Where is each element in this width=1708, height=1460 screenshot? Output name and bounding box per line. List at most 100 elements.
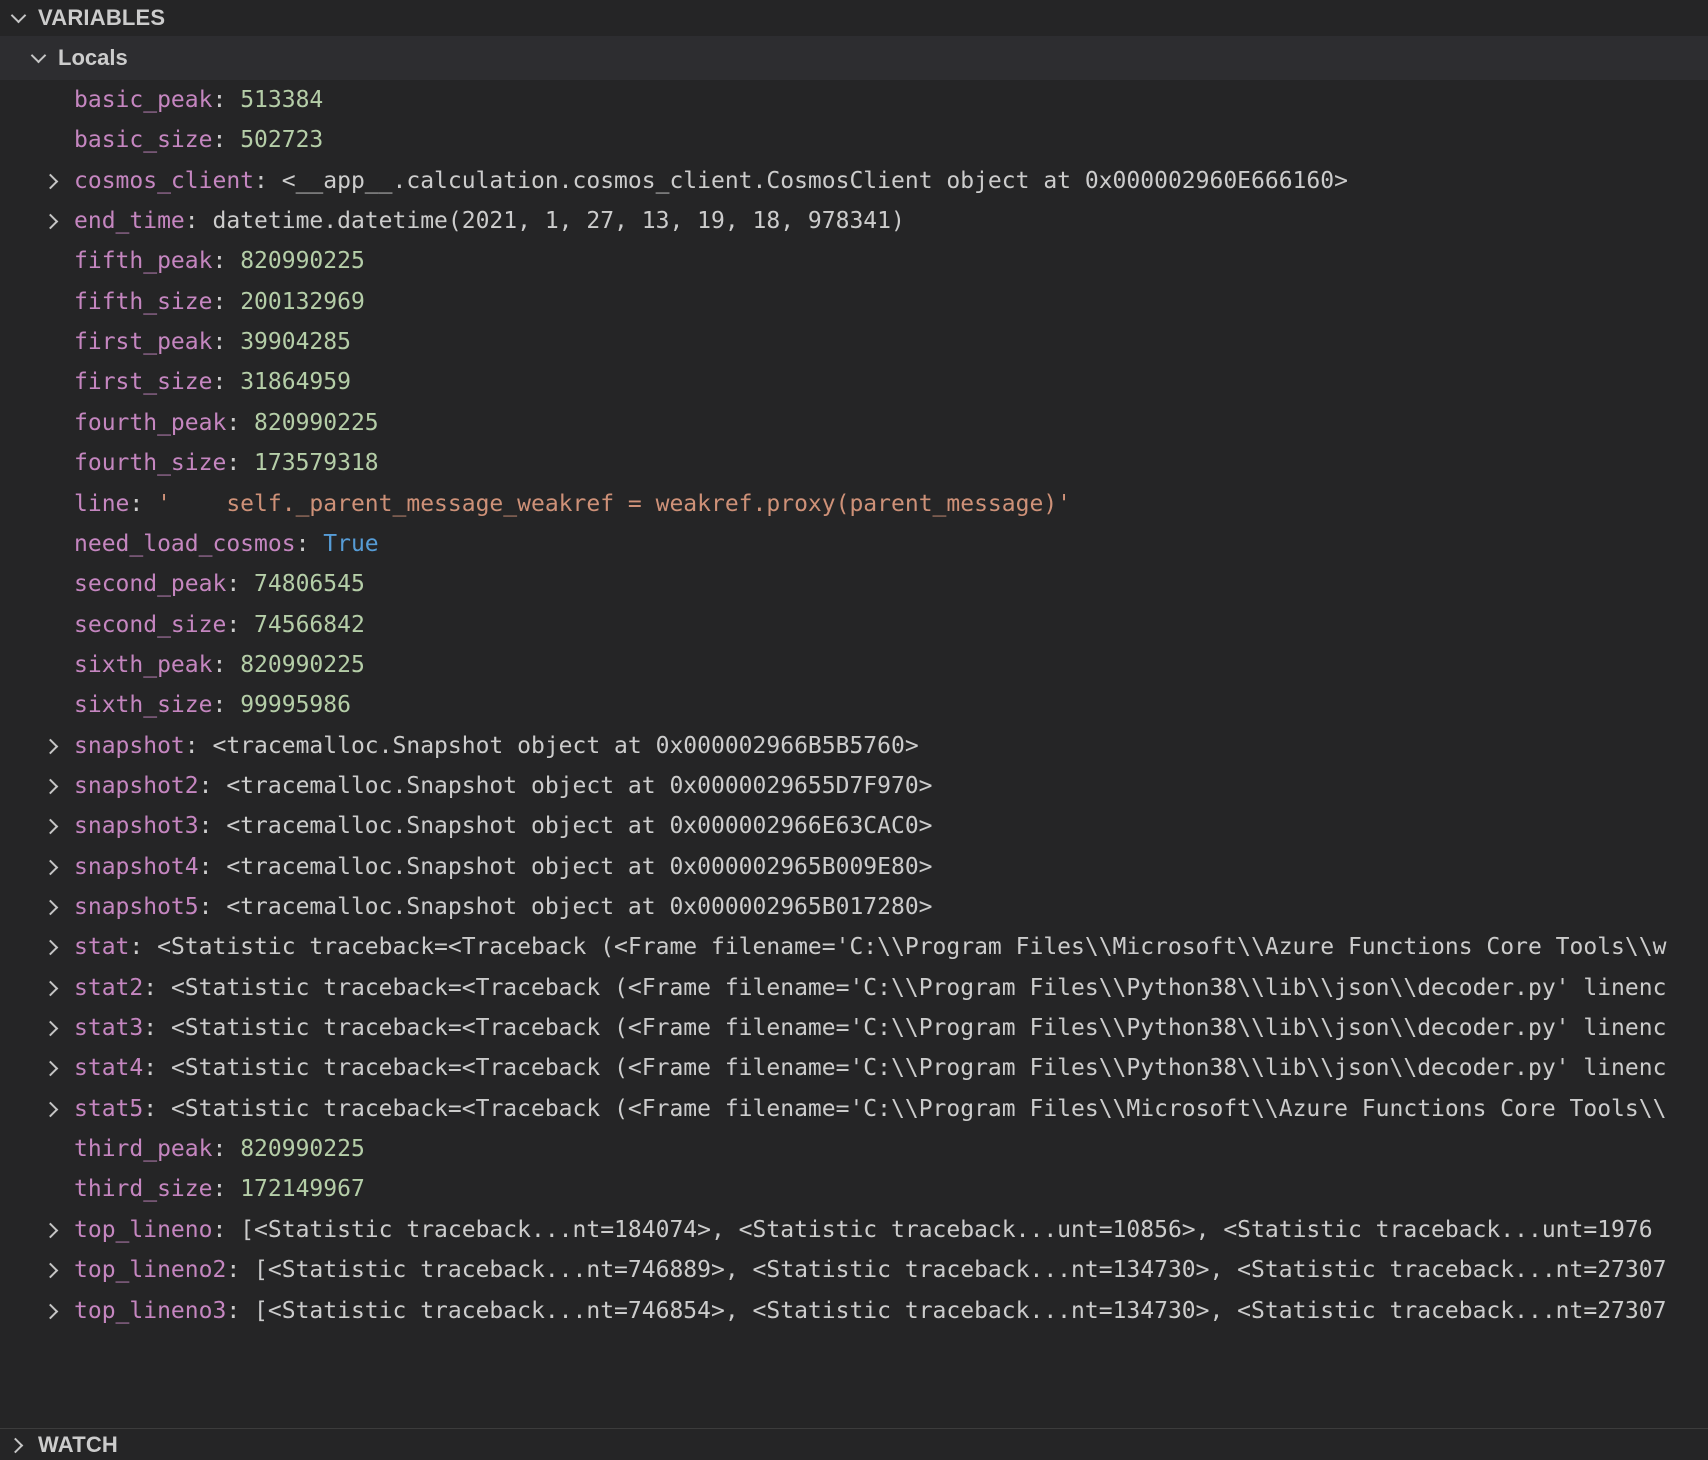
variable-text: fourth_size: 173579318 [74,441,379,485]
variable-row-sixth-peak[interactable]: sixth_peak: 820990225 [0,643,1708,687]
variable-separator: : [212,652,241,678]
variable-name: basic_size [74,127,213,153]
variable-name: snapshot5 [74,894,199,920]
variable-value: 39904285 [240,329,351,355]
variable-separator: : [226,1257,255,1283]
variable-row-snapshot[interactable]: snapshot: <tracemalloc.Snapshot object a… [0,724,1708,768]
variable-value: <Statistic traceback=<Traceback (<Frame … [170,1015,1667,1041]
variable-row-first-size[interactable]: first_size: 31864959 [0,360,1708,404]
variable-value: 820990225 [240,652,365,678]
variable-row-need-load-cosmos[interactable]: need_load_cosmos: True [0,522,1708,566]
chevron-right-icon[interactable] [44,857,64,877]
chevron-right-icon[interactable] [8,1435,28,1455]
variables-section-title: VARIABLES [38,5,166,30]
variable-row-top-lineno2[interactable]: top_lineno2: [<Statistic traceback...nt=… [0,1248,1708,1292]
variable-row-second-peak[interactable]: second_peak: 74806545 [0,562,1708,606]
variable-text: snapshot2: <tracemalloc.Snapshot object … [74,764,933,808]
variable-name: sixth_size [74,692,213,718]
variable-name: first_peak [74,329,213,355]
variable-separator: : [212,369,241,395]
chevron-right-icon[interactable] [44,1301,64,1321]
variable-name: top_lineno2 [74,1257,227,1283]
variable-name: first_size [74,369,213,395]
variable-text: first_peak: 39904285 [74,320,351,364]
variable-name: snapshot2 [74,773,199,799]
variable-name: second_peak [74,571,227,597]
variable-row-snapshot4[interactable]: snapshot4: <tracemalloc.Snapshot object … [0,845,1708,889]
variable-name: end_time [74,208,185,234]
variable-row-top-lineno3[interactable]: top_lineno3: [<Statistic traceback...nt=… [0,1289,1708,1333]
variable-text: sixth_peak: 820990225 [74,643,365,687]
variable-name: basic_peak [74,87,213,113]
variable-row-second-size[interactable]: second_size: 74566842 [0,603,1708,647]
variable-separator: : [212,127,241,153]
variable-row-fifth-size[interactable]: fifth_size: 200132969 [0,280,1708,324]
chevron-right-icon[interactable] [44,211,64,231]
variable-row-third-size[interactable]: third_size: 172149967 [0,1167,1708,1211]
chevron-right-icon[interactable] [44,978,64,998]
variable-name: fourth_size [74,450,227,476]
chevron-right-icon[interactable] [44,1099,64,1119]
variable-value: [<Statistic traceback...nt=184074>, <Sta… [240,1217,1653,1243]
chevron-right-icon[interactable] [44,1058,64,1078]
variable-row-stat5[interactable]: stat5: <Statistic traceback=<Traceback (… [0,1087,1708,1131]
variable-value: <tracemalloc.Snapshot object at 0x000002… [226,894,933,920]
chevron-right-icon[interactable] [44,736,64,756]
chevron-right-icon[interactable] [44,1220,64,1240]
chevron-right-icon[interactable] [44,1018,64,1038]
variable-separator: : [129,934,158,960]
variable-row-cosmos-client[interactable]: cosmos_client: <__app__.calculation.cosm… [0,159,1708,203]
variable-row-sixth-size[interactable]: sixth_size: 99995986 [0,683,1708,727]
variable-row-third-peak[interactable]: third_peak: 820990225 [0,1127,1708,1171]
variable-separator: : [226,410,255,436]
variable-row-top-lineno[interactable]: top_lineno: [<Statistic traceback...nt=1… [0,1208,1708,1252]
variable-value: [<Statistic traceback...nt=746854>, <Sta… [254,1298,1667,1324]
variable-separator: : [295,531,324,557]
variable-row-stat[interactable]: stat: <Statistic traceback=<Traceback (<… [0,925,1708,969]
variable-row-fifth-peak[interactable]: fifth_peak: 820990225 [0,239,1708,283]
watch-section-header[interactable]: WATCH [0,1428,1708,1460]
variable-row-basic-size[interactable]: basic_size: 502723 [0,118,1708,162]
variable-value: <tracemalloc.Snapshot object at 0x000002… [212,733,919,759]
variable-row-end-time[interactable]: end_time: datetime.datetime(2021, 1, 27,… [0,199,1708,243]
variable-row-snapshot2[interactable]: snapshot2: <tracemalloc.Snapshot object … [0,764,1708,808]
variable-row-stat4[interactable]: stat4: <Statistic traceback=<Traceback (… [0,1046,1708,1090]
variable-row-snapshot3[interactable]: snapshot3: <tracemalloc.Snapshot object … [0,804,1708,848]
variable-row-stat3[interactable]: stat3: <Statistic traceback=<Traceback (… [0,1006,1708,1050]
variable-name: snapshot3 [74,813,199,839]
chevron-right-icon[interactable] [44,816,64,836]
chevron-right-icon[interactable] [44,776,64,796]
chevron-right-icon[interactable] [44,897,64,917]
chevron-right-icon[interactable] [44,171,64,191]
variable-row-basic-peak[interactable]: basic_peak: 513384 [0,80,1708,122]
chevron-down-icon[interactable] [28,48,48,68]
variable-row-stat2[interactable]: stat2: <Statistic traceback=<Traceback (… [0,966,1708,1010]
variable-separator: : [143,1096,171,1122]
variable-separator: : [143,1015,171,1041]
variable-value: 173579318 [254,450,379,476]
variable-text: snapshot3: <tracemalloc.Snapshot object … [74,804,933,848]
variable-value: <Statistic traceback=<Traceback (<Frame … [170,1096,1667,1122]
variable-row-fourth-peak[interactable]: fourth_peak: 820990225 [0,401,1708,445]
variable-separator: : [226,612,255,638]
variable-row-first-peak[interactable]: first_peak: 39904285 [0,320,1708,364]
variable-separator: : [212,1217,241,1243]
variable-text: stat: <Statistic traceback=<Traceback (<… [74,925,1666,969]
variable-name: fourth_peak [74,410,227,436]
variable-name: snapshot4 [74,854,199,880]
chevron-down-icon[interactable] [8,8,28,28]
variable-value: 820990225 [240,1136,365,1162]
variable-separator: : [198,813,227,839]
variable-row-line[interactable]: line: ' self._parent_message_weakref = w… [0,482,1708,526]
locals-scope-row[interactable]: Locals [0,36,1708,80]
chevron-right-icon[interactable] [44,1260,64,1280]
variable-separator: : [212,692,241,718]
variable-row-snapshot5[interactable]: snapshot5: <tracemalloc.Snapshot object … [0,885,1708,929]
locals-scope-title: Locals [58,45,128,70]
chevron-right-icon[interactable] [44,937,64,957]
variable-name: snapshot [74,733,185,759]
variables-section-header[interactable]: VARIABLES [0,0,1708,36]
variable-row-fourth-size[interactable]: fourth_size: 173579318 [0,441,1708,485]
variable-value: 99995986 [240,692,351,718]
watch-section-title: WATCH [38,1431,119,1457]
